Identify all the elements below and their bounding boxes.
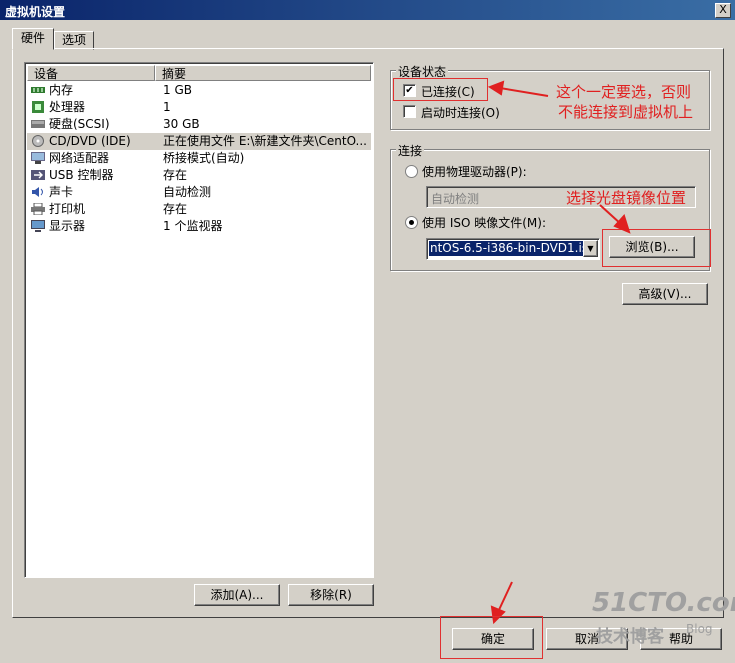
physical-drive-value: 自动检测 (431, 192, 480, 206)
power-on-checkbox[interactable] (403, 105, 416, 118)
iso-path-combobox[interactable]: ntOS-6.5-i386-bin-DVD1.iso ▼ (426, 238, 600, 260)
ok-highlight-box (440, 616, 543, 659)
device-name: 显示器 (49, 219, 86, 233)
device-summary: 30 GB (163, 117, 200, 131)
iso-path-value: ntOS-6.5-i386-bin-DVD1.iso (429, 241, 583, 256)
device-row-network[interactable]: 网络适配器 桥接模式(自动) (27, 150, 371, 167)
watermark-site: 51CTO.com (592, 588, 735, 618)
usb-icon (31, 170, 45, 180)
device-name: 硬盘(SCSI) (49, 117, 110, 131)
device-summary: 存在 (163, 168, 188, 182)
chevron-down-icon[interactable]: ▼ (583, 240, 598, 257)
remove-button[interactable]: 移除(R) (288, 584, 374, 606)
device-summary: 1 (163, 100, 171, 114)
annotation-must-select-1: 这个一定要选，否则 (556, 83, 692, 101)
device-summary: 1 个监视器 (163, 219, 223, 233)
watermark-blog: Blog (686, 622, 713, 636)
memory-icon (31, 87, 45, 93)
column-header-device[interactable]: 设备 (27, 65, 155, 81)
device-name: 内存 (49, 83, 74, 97)
device-row-usb[interactable]: USB 控制器 存在 (27, 167, 371, 184)
advanced-button[interactable]: 高级(V)... (622, 283, 708, 305)
cdrom-icon (32, 135, 44, 147)
device-summary: 自动检测 (163, 185, 212, 199)
iso-image-label[interactable]: 使用 ISO 映像文件(M): (422, 214, 546, 231)
device-name: 打印机 (49, 202, 86, 216)
annotation-must-select-2: 不能连接到虚拟机上 (558, 103, 694, 121)
network-icon (31, 152, 45, 164)
power-on-label[interactable]: 启动时连接(O) (421, 104, 500, 121)
device-summary: 桥接模式(自动) (163, 151, 245, 165)
device-row-sound[interactable]: 声卡 自动检测 (27, 184, 371, 201)
cpu-icon (32, 101, 44, 113)
device-list[interactable]: 设备 摘要 内存 1 GB 处理器 1 硬盘(SCSI) 30 GB CD/DV… (24, 62, 374, 578)
device-name: CD/DVD (IDE) (49, 134, 131, 148)
device-summary: 存在 (163, 202, 188, 216)
annotation-choose-iso: 选择光盘镜像位置 (566, 189, 687, 207)
printer-icon (31, 203, 45, 215)
physical-drive-radio[interactable] (405, 165, 418, 178)
sound-icon (32, 187, 43, 197)
physical-drive-label[interactable]: 使用物理驱动器(P): (422, 163, 527, 180)
device-row-cpu[interactable]: 处理器 1 (27, 99, 371, 116)
close-button[interactable]: X (715, 3, 731, 18)
device-name: 声卡 (49, 185, 74, 199)
column-header-summary[interactable]: 摘要 (155, 65, 371, 81)
device-row-cdrom[interactable]: CD/DVD (IDE) 正在使用文件 E:\新建文件夹\CentO... (27, 133, 371, 150)
harddisk-icon (31, 120, 45, 128)
tab-hardware[interactable]: 硬件 (12, 28, 54, 50)
window-title: 虚拟机设置 (5, 5, 66, 19)
device-name: USB 控制器 (49, 168, 114, 182)
device-summary: 1 GB (163, 83, 192, 97)
title-bar: 虚拟机设置 X (0, 0, 735, 20)
connection-title: 连接 (396, 142, 425, 159)
device-row-monitor[interactable]: 显示器 1 个监视器 (27, 218, 371, 235)
device-row-memory[interactable]: 内存 1 GB (27, 82, 371, 99)
device-name: 网络适配器 (49, 151, 110, 165)
iso-image-radio[interactable] (405, 216, 418, 229)
device-summary: 正在使用文件 E:\新建文件夹\CentO... (163, 134, 368, 148)
add-button[interactable]: 添加(A)... (194, 584, 280, 606)
watermark-sub: 技术博客 (596, 627, 664, 647)
connected-highlight-box (393, 78, 488, 101)
device-row-harddisk[interactable]: 硬盘(SCSI) 30 GB (27, 116, 371, 133)
monitor-icon (31, 220, 45, 232)
device-row-printer[interactable]: 打印机 存在 (27, 201, 371, 218)
browse-highlight-box (602, 229, 711, 267)
device-name: 处理器 (49, 100, 86, 114)
